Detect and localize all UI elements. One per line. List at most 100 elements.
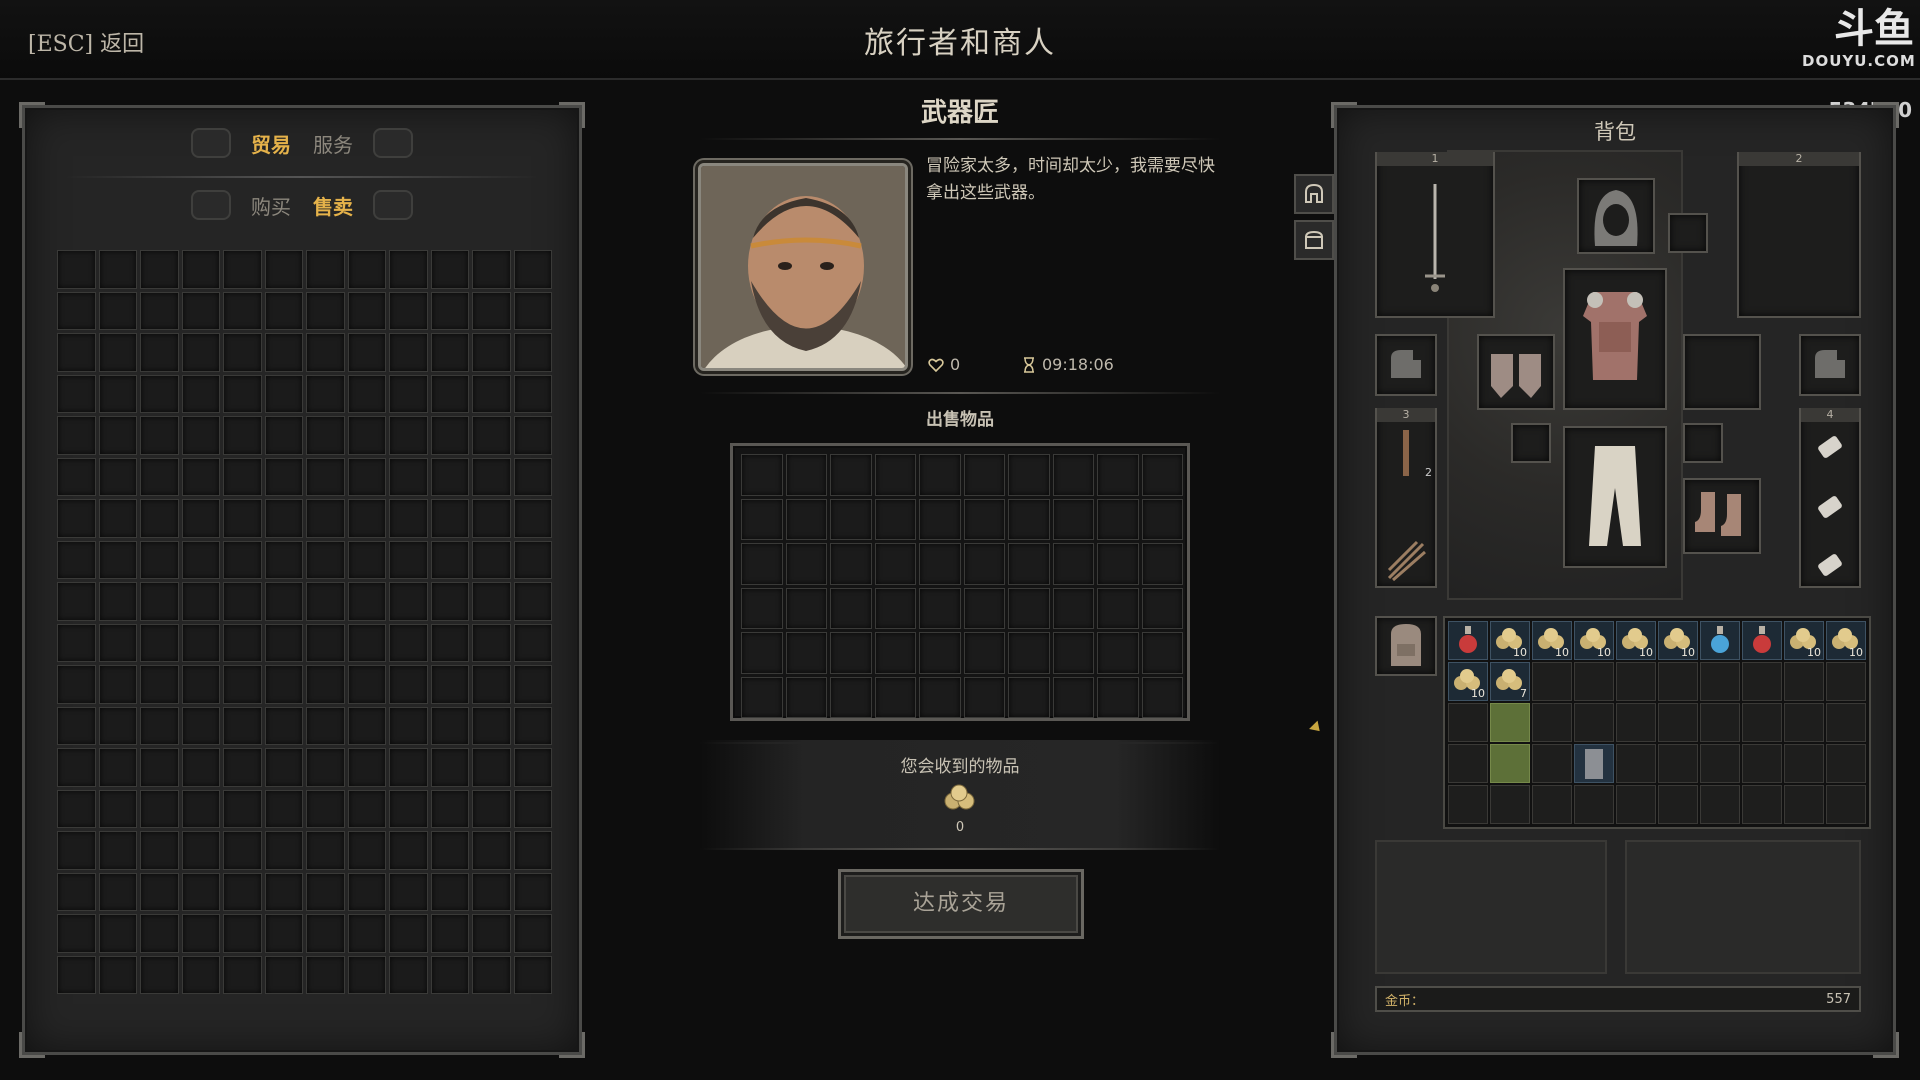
merchant-grid-cell[interactable] — [57, 416, 96, 455]
merchant-grid-cell[interactable] — [57, 748, 96, 787]
merchant-grid-cell[interactable] — [181, 706, 220, 745]
inventory-slot-empty[interactable] — [1784, 703, 1824, 742]
sell-grid-cell[interactable] — [919, 632, 961, 674]
merchant-grid-cell[interactable] — [513, 333, 552, 372]
merchant-grid-cell[interactable] — [513, 582, 552, 621]
boots-slot[interactable] — [1683, 478, 1761, 554]
gloves-slot[interactable] — [1477, 334, 1555, 410]
merchant-grid-cell[interactable] — [513, 789, 552, 828]
merchant-grid-cell[interactable] — [306, 540, 345, 579]
next-trade-tab-button[interactable] — [373, 190, 413, 220]
sell-grid-cell[interactable] — [1097, 454, 1139, 496]
inventory-item-gold-coins[interactable]: 10 — [1658, 621, 1698, 660]
merchant-grid-cell[interactable] — [513, 291, 552, 330]
merchant-grid-cell[interactable] — [472, 623, 511, 662]
merchant-grid-cell[interactable] — [98, 872, 137, 911]
merchant-grid-cell[interactable] — [223, 374, 262, 413]
merchant-grid-cell[interactable] — [389, 665, 428, 704]
merchant-grid-cell[interactable] — [306, 872, 345, 911]
inventory-slot-empty[interactable] — [1700, 703, 1740, 742]
merchant-grid-cell[interactable] — [140, 955, 179, 994]
inventory-slot-empty[interactable] — [1700, 744, 1740, 783]
merchant-grid-cell[interactable] — [389, 291, 428, 330]
chest-filter-button[interactable] — [1294, 220, 1334, 260]
merchant-grid-cell[interactable] — [389, 540, 428, 579]
belt-slot-3[interactable]: 3 2 — [1375, 408, 1437, 588]
merchant-grid-cell[interactable] — [347, 623, 386, 662]
weapon-slot-1[interactable]: 1 — [1375, 152, 1495, 318]
merchant-grid-cell[interactable] — [98, 291, 137, 330]
merchant-grid-cell[interactable] — [264, 499, 303, 538]
merchant-grid-cell[interactable] — [181, 623, 220, 662]
merchant-grid-cell[interactable] — [306, 582, 345, 621]
merchant-grid-cell[interactable] — [513, 499, 552, 538]
merchant-grid-cell[interactable] — [389, 831, 428, 870]
merchant-grid-cell[interactable] — [513, 374, 552, 413]
merchant-grid-cell[interactable] — [140, 748, 179, 787]
merchant-grid-cell[interactable] — [223, 706, 262, 745]
merchant-grid-cell[interactable] — [472, 250, 511, 289]
merchant-grid-cell[interactable] — [140, 831, 179, 870]
merchant-grid-cell[interactable] — [347, 540, 386, 579]
inventory-item-lantern[interactable] — [1574, 744, 1614, 783]
weapon-slot-2[interactable]: 2 — [1737, 152, 1861, 318]
sell-grid-cell[interactable] — [741, 632, 783, 674]
merchant-grid-cell[interactable] — [513, 250, 552, 289]
prev-trade-tab-button[interactable] — [191, 190, 231, 220]
inventory-item-blue-potion[interactable] — [1700, 621, 1740, 660]
tab-sell[interactable]: 售卖 — [311, 191, 355, 220]
inventory-slot-empty[interactable] — [1490, 785, 1530, 824]
merchant-grid-cell[interactable] — [57, 914, 96, 953]
sell-grid-cell[interactable] — [830, 587, 872, 629]
merchant-grid-cell[interactable] — [223, 955, 262, 994]
belt-slot-4[interactable]: 4 — [1799, 408, 1861, 588]
inventory-slot-empty[interactable] — [1826, 703, 1866, 742]
merchant-grid-cell[interactable] — [98, 499, 137, 538]
merchant-grid-cell[interactable] — [347, 416, 386, 455]
sell-grid-cell[interactable] — [919, 676, 961, 718]
sell-grid-cell[interactable] — [1008, 498, 1050, 540]
merchant-grid-cell[interactable] — [347, 706, 386, 745]
merchant-grid-cell[interactable] — [430, 748, 469, 787]
sell-grid-cell[interactable] — [830, 543, 872, 585]
sell-grid-cell[interactable] — [963, 587, 1005, 629]
inventory-slot-empty[interactable] — [1532, 785, 1572, 824]
merchant-grid-cell[interactable] — [347, 582, 386, 621]
merchant-grid-cell[interactable] — [472, 374, 511, 413]
inventory-item-gold-coins[interactable]: 10 — [1574, 621, 1614, 660]
merchant-grid-cell[interactable] — [181, 540, 220, 579]
merchant-grid-cell[interactable] — [98, 540, 137, 579]
merchant-grid-cell[interactable] — [98, 665, 137, 704]
inventory-slot-empty[interactable] — [1826, 662, 1866, 701]
inventory-slot-empty[interactable] — [1532, 703, 1572, 742]
merchant-grid-cell[interactable] — [181, 914, 220, 953]
inventory-item-red-potion[interactable] — [1742, 621, 1782, 660]
merchant-grid-cell[interactable] — [57, 665, 96, 704]
merchant-grid-cell[interactable] — [140, 499, 179, 538]
merchant-grid-cell[interactable] — [347, 955, 386, 994]
bag-slot[interactable] — [1375, 616, 1437, 676]
merchant-grid-cell[interactable] — [223, 457, 262, 496]
merchant-grid-cell[interactable] — [389, 914, 428, 953]
next-mode-button[interactable] — [373, 128, 413, 158]
merchant-grid-cell[interactable] — [181, 582, 220, 621]
merchant-grid-cell[interactable] — [223, 872, 262, 911]
merchant-grid-cell[interactable] — [57, 955, 96, 994]
merchant-grid-cell[interactable] — [264, 665, 303, 704]
inventory-item-gold-coins[interactable]: 10 — [1784, 621, 1824, 660]
ring-slot-right[interactable] — [1683, 423, 1723, 463]
tab-trade[interactable]: 贸易 — [249, 129, 293, 158]
inventory-slot-empty[interactable] — [1742, 662, 1782, 701]
sell-grid-cell[interactable] — [1141, 587, 1183, 629]
sell-grid-cell[interactable] — [1141, 498, 1183, 540]
merchant-grid-cell[interactable] — [264, 291, 303, 330]
merchant-grid-cell[interactable] — [347, 333, 386, 372]
merchant-grid-cell[interactable] — [264, 623, 303, 662]
merchant-grid-cell[interactable] — [223, 333, 262, 372]
merchant-grid-cell[interactable] — [223, 250, 262, 289]
merchant-grid-cell[interactable] — [264, 706, 303, 745]
merchant-grid-cell[interactable] — [306, 748, 345, 787]
merchant-grid-cell[interactable] — [389, 789, 428, 828]
merchant-grid-cell[interactable] — [98, 250, 137, 289]
inventory-slot-empty[interactable] — [1700, 785, 1740, 824]
